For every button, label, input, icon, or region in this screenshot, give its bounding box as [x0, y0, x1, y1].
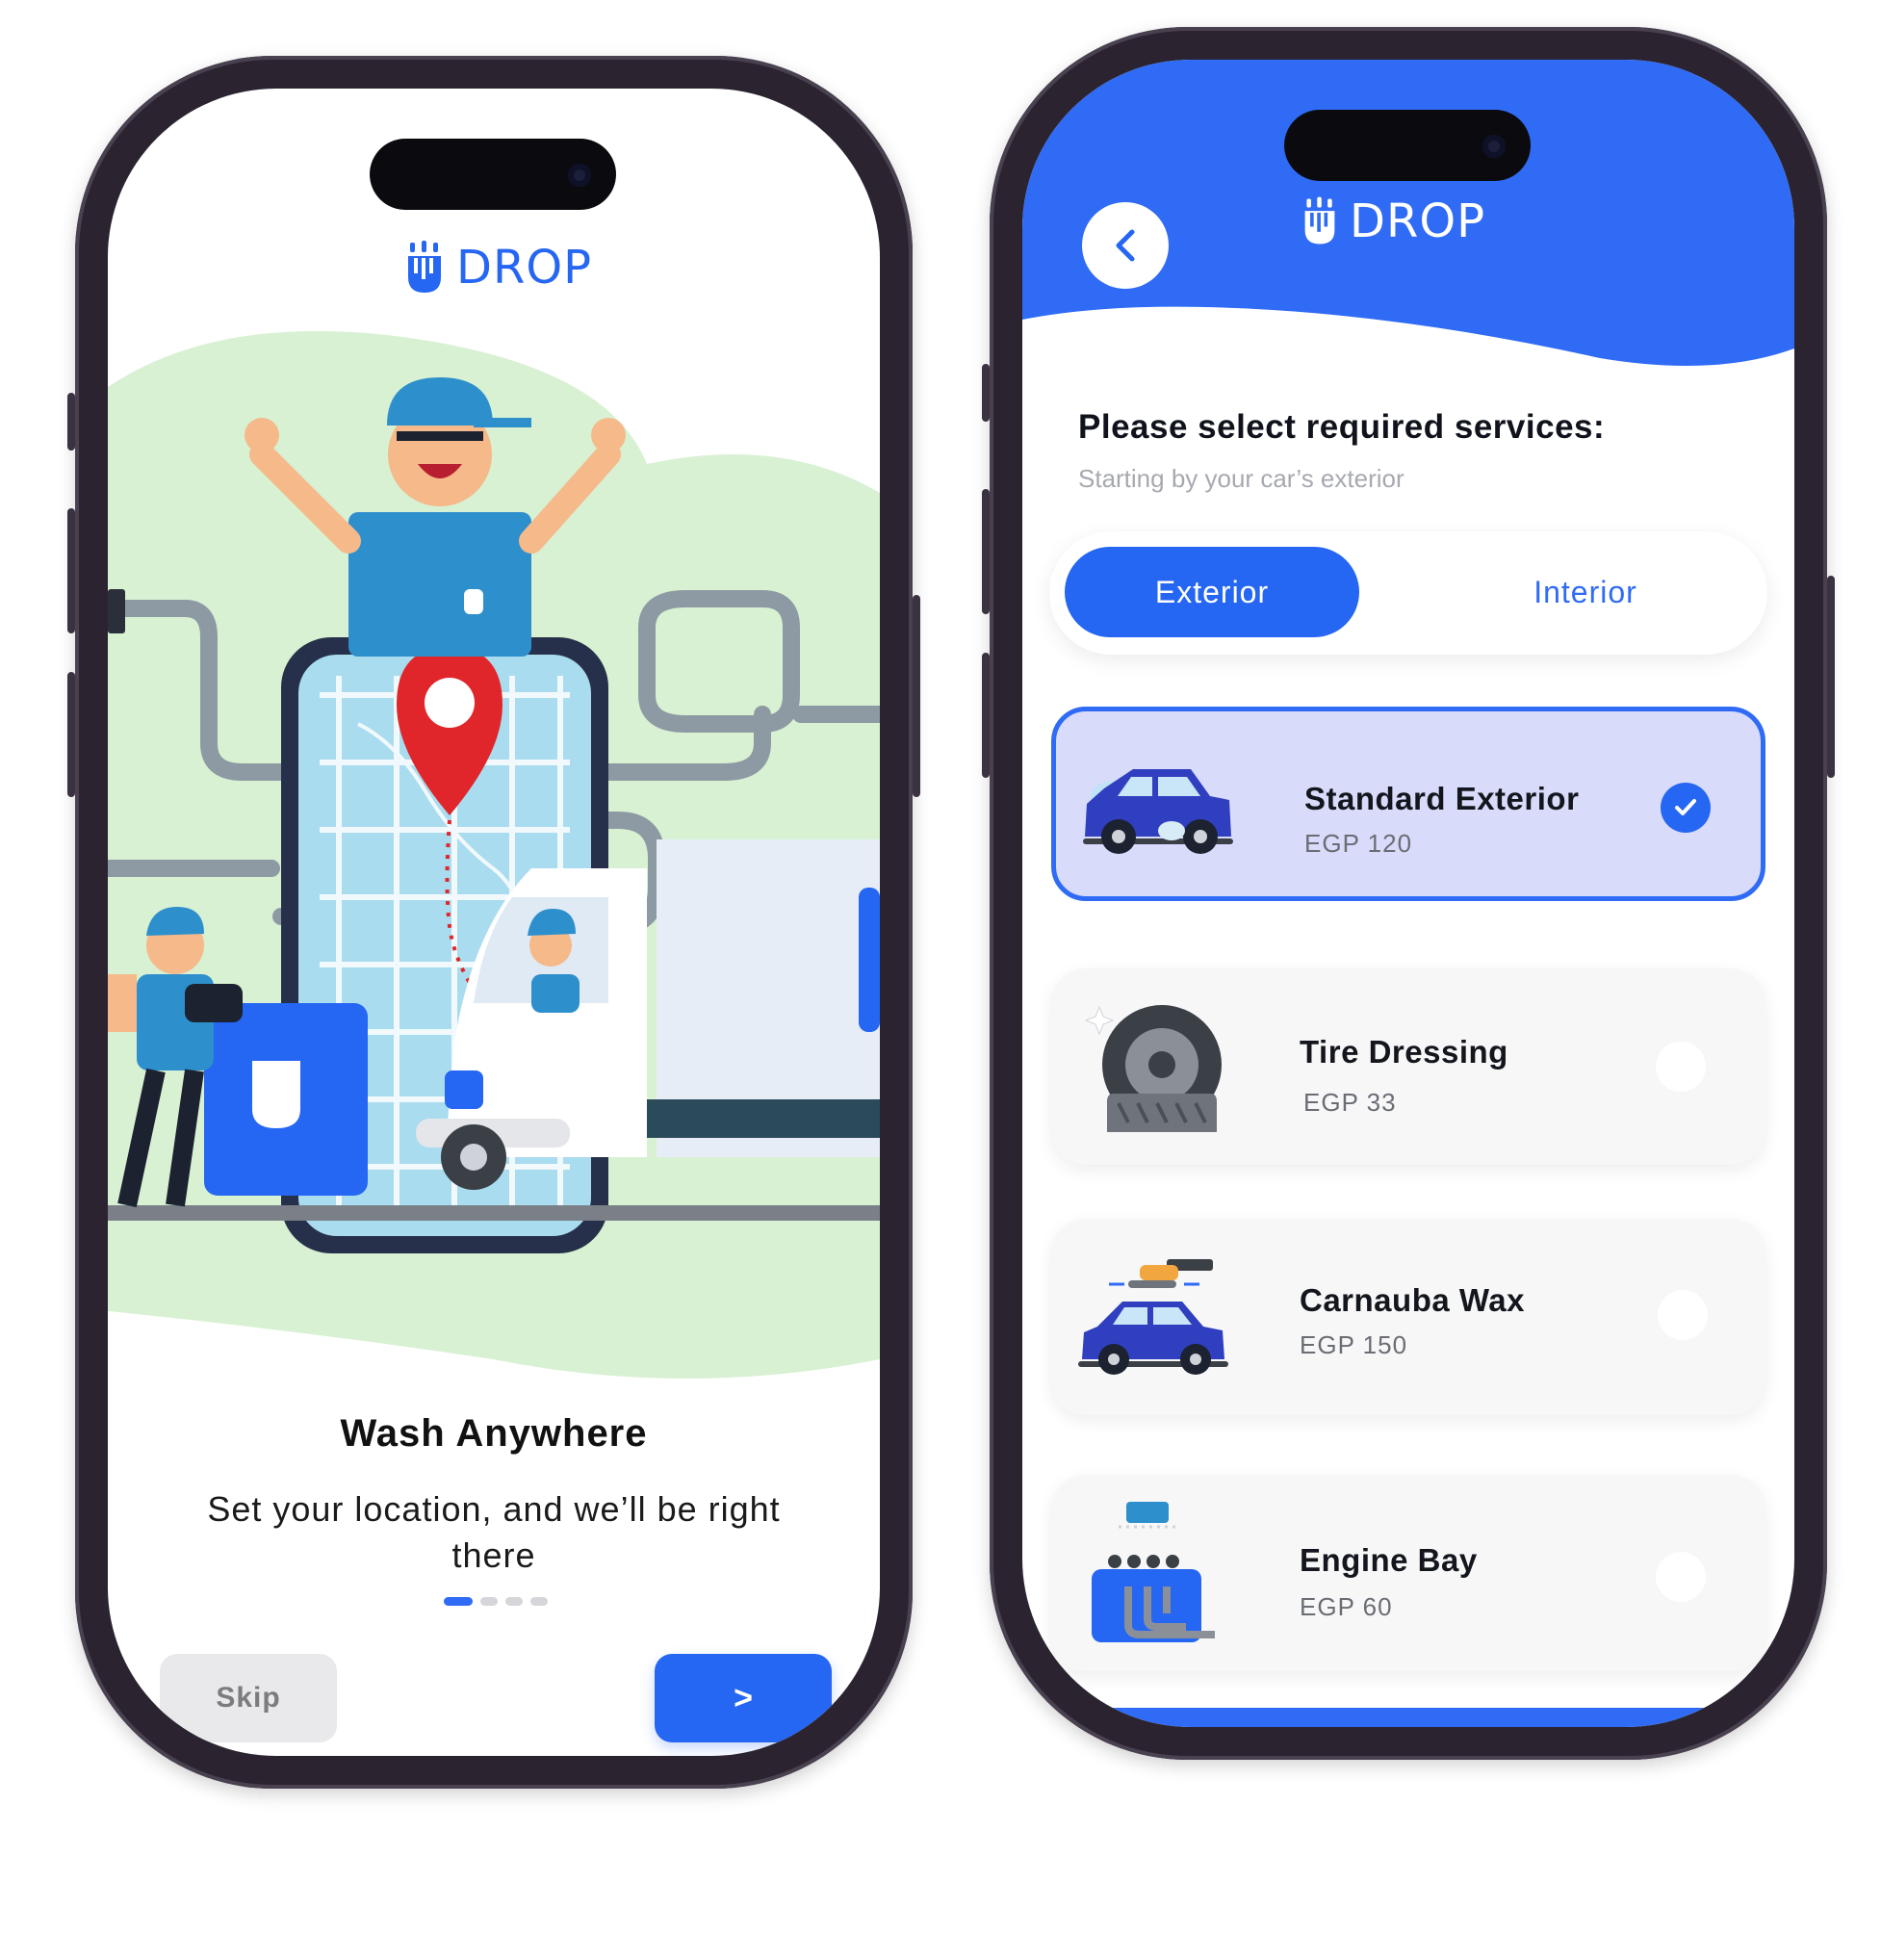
selected-check-icon[interactable]	[1661, 783, 1711, 833]
service-card-engine-bay[interactable]: Engine Bay EGP 60	[1051, 1475, 1765, 1671]
volume-up-button	[67, 508, 75, 633]
service-price: EGP 60	[1300, 1592, 1393, 1621]
service-card-carnauba-wax[interactable]: Carnauba Wax EGP 150	[1051, 1219, 1765, 1415]
volume-down-button	[67, 672, 75, 797]
brand-logo: DROP	[1301, 194, 1485, 248]
brand-logo: DROP	[404, 241, 592, 295]
page-dot-active	[444, 1597, 473, 1606]
phone-frame-onboarding: DROP Wash Anywhere Set your location, an…	[67, 56, 920, 1789]
services-heading: Please select required services:	[1078, 408, 1606, 446]
service-price: EGP 33	[1303, 1088, 1397, 1117]
services-subheading: Starting by your car’s exterior	[1078, 464, 1404, 493]
silent-switch	[67, 393, 75, 451]
location-illustration	[108, 330, 880, 1379]
engine-icon	[1092, 1502, 1215, 1642]
service-price: EGP 120	[1304, 829, 1413, 858]
category-segmented-control: Exterior Interior	[1049, 531, 1767, 655]
service-card-standard-exterior[interactable]: Standard Exterior EGP 120	[1051, 707, 1765, 901]
skip-button[interactable]: Skip	[160, 1654, 337, 1742]
unselected-radio-icon[interactable]	[1658, 1290, 1708, 1340]
power-button	[1827, 576, 1835, 778]
service-name: Carnauba Wax	[1300, 1282, 1526, 1318]
page-dot	[530, 1597, 548, 1606]
tab-interior[interactable]: Interior	[1427, 547, 1744, 637]
unselected-radio-icon[interactable]	[1656, 1042, 1706, 1092]
page-dot	[480, 1597, 498, 1606]
service-card-tire-dressing[interactable]: Tire Dressing EGP 33	[1051, 968, 1765, 1165]
drop-logo-icon	[1304, 196, 1335, 245]
power-button	[913, 595, 920, 797]
drop-logo-icon	[408, 241, 441, 293]
dynamic-island	[370, 139, 616, 210]
wax-car-icon	[1078, 1259, 1228, 1375]
volume-down-button	[982, 653, 990, 778]
page-indicator	[444, 1597, 548, 1606]
page-dot	[505, 1597, 523, 1606]
tire-icon	[1084, 1005, 1222, 1132]
onboarding-title: Wash Anywhere	[340, 1412, 648, 1455]
brand-name: DROP	[1350, 194, 1486, 248]
chevron-left-icon	[1116, 229, 1135, 262]
volume-up-button	[982, 489, 990, 614]
back-button[interactable]	[1082, 202, 1169, 289]
car-wash-icon	[1083, 769, 1233, 854]
unselected-radio-icon[interactable]	[1656, 1552, 1706, 1602]
brand-name: DROP	[456, 241, 593, 295]
services-screen: DROP Please select required services: St…	[1022, 60, 1794, 1727]
service-name: Standard Exterior	[1304, 781, 1580, 816]
tab-exterior[interactable]: Exterior	[1065, 547, 1359, 637]
onboarding-screen: DROP Wash Anywhere Set your location, an…	[108, 89, 880, 1756]
service-name: Tire Dressing	[1300, 1034, 1508, 1070]
next-button[interactable]: >	[655, 1654, 832, 1742]
bottom-bar	[1022, 1708, 1794, 1727]
silent-switch	[982, 364, 990, 422]
service-name: Engine Bay	[1300, 1542, 1478, 1578]
dynamic-island	[1284, 110, 1531, 181]
phone-frame-services: DROP Please select required services: St…	[982, 27, 1835, 1760]
service-price: EGP 150	[1300, 1330, 1408, 1359]
onboarding-description: Set your location, and we’ll be right th…	[207, 1489, 781, 1575]
